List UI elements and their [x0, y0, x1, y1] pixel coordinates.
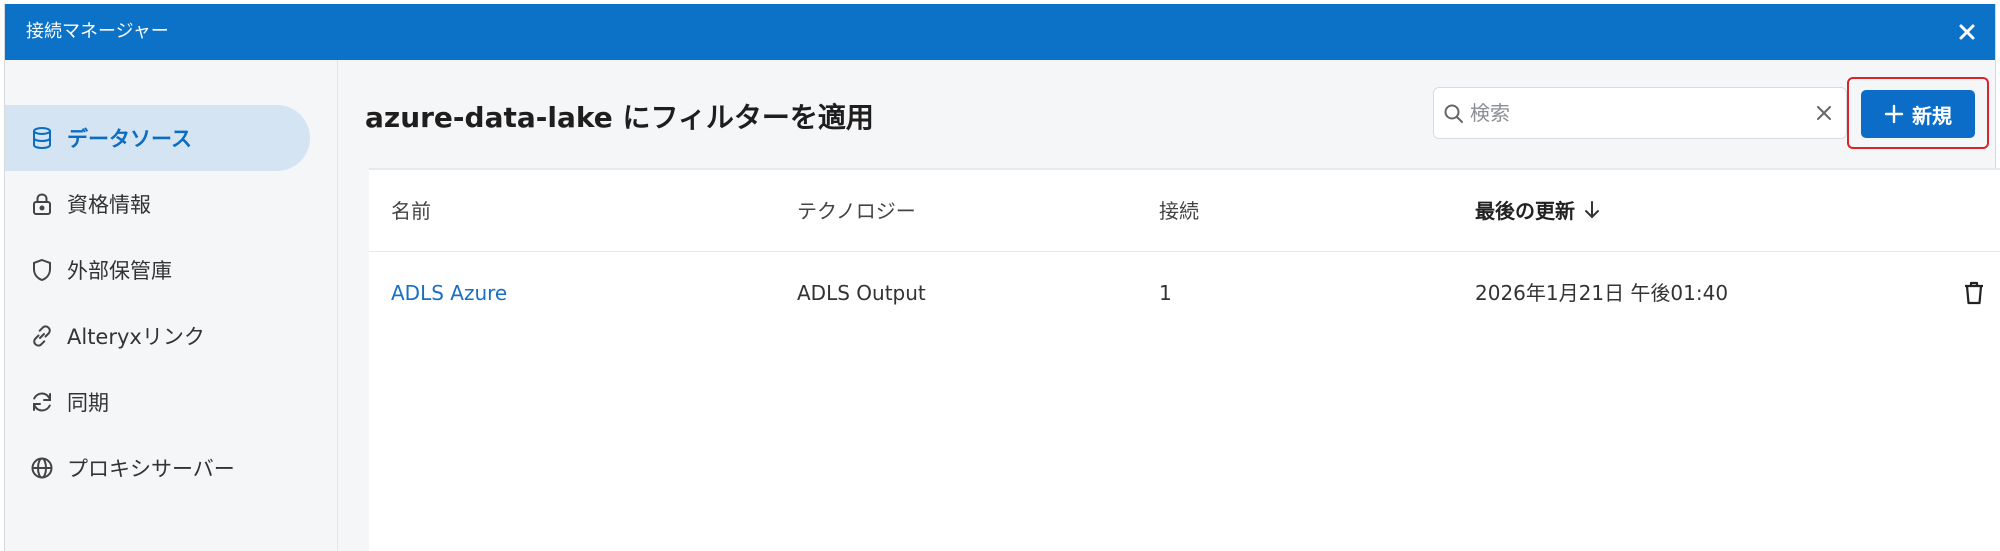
search-input[interactable] — [1470, 88, 1800, 138]
row-technology: ADLS Output — [797, 281, 926, 305]
column-header-last-updated[interactable]: 最後の更新 — [1475, 170, 1601, 254]
sidebar-item-credentials[interactable]: 資格情報 — [5, 171, 310, 237]
sidebar-item-external-vaults[interactable]: 外部保管庫 — [5, 237, 310, 303]
lock-icon — [27, 189, 57, 219]
database-icon — [27, 123, 57, 153]
sidebar-item-data-sources[interactable]: データソース — [5, 105, 310, 171]
sidebar: データソース 資格情報 外部保管庫 Alteryxリンク 同期 プロキシサーバー — [5, 60, 338, 551]
globe-icon — [27, 453, 57, 483]
new-button-label: 新規 — [1912, 103, 1952, 128]
row-connections: 1 — [1159, 281, 1172, 305]
sync-icon — [27, 387, 57, 417]
clear-icon — [1817, 106, 1831, 120]
shield-icon — [27, 255, 57, 285]
sort-down-arrow-icon — [1583, 172, 1601, 254]
sidebar-item-label: データソース — [67, 127, 192, 151]
new-button[interactable]: 新規 — [1861, 90, 1975, 138]
link-icon — [27, 321, 57, 351]
connection-manager-dialog: 接続マネージャー データソース 資格情報 外部保管庫 Alteryxリンク 同期… — [4, 4, 2000, 551]
delete-button[interactable] — [1960, 279, 1988, 307]
sidebar-item-label: 資格情報 — [67, 193, 151, 217]
sidebar-item-alteryx-link[interactable]: Alteryxリンク — [5, 303, 310, 369]
row-name-link[interactable]: ADLS Azure — [391, 253, 507, 333]
table-row: ADLS Azure ADLS Output 1 2026年1月21日 午後01… — [369, 253, 2000, 333]
sidebar-item-label: Alteryxリンク — [67, 325, 205, 349]
page-title: azure-data-lake にフィルターを適用 — [365, 101, 874, 134]
column-header-name[interactable]: 名前 — [391, 170, 431, 252]
close-icon — [1959, 24, 1975, 40]
trash-icon — [1965, 281, 1983, 305]
window-title: 接続マネージャー — [26, 21, 169, 42]
main-panel: azure-data-lake にフィルターを適用 新規 名前 テクノロジー 接… — [339, 60, 2000, 551]
plus-icon — [1884, 104, 1904, 124]
table-header: 名前 テクノロジー 接続 最後の更新 — [369, 170, 2000, 252]
data-sources-table: 名前 テクノロジー 接続 最後の更新 ADLS Azure ADLS Outpu… — [369, 168, 2000, 551]
clear-search-button[interactable] — [1812, 101, 1836, 125]
column-header-connections[interactable]: 接続 — [1159, 170, 1199, 252]
search-box — [1433, 87, 1847, 139]
title-bar: 接続マネージャー — [5, 4, 1995, 60]
sidebar-item-label: プロキシサーバー — [67, 457, 235, 481]
column-header-technology[interactable]: テクノロジー — [797, 170, 916, 252]
sidebar-item-sync[interactable]: 同期 — [5, 369, 310, 435]
close-button[interactable] — [1953, 18, 1981, 46]
column-header-label: 最後の更新 — [1475, 199, 1575, 223]
sidebar-item-proxy-server[interactable]: プロキシサーバー — [5, 435, 310, 501]
sidebar-item-label: 同期 — [67, 391, 109, 415]
row-last-updated: 2026年1月21日 午後01:40 — [1475, 281, 1729, 305]
search-icon — [1442, 102, 1466, 126]
sidebar-item-label: 外部保管庫 — [67, 259, 172, 283]
